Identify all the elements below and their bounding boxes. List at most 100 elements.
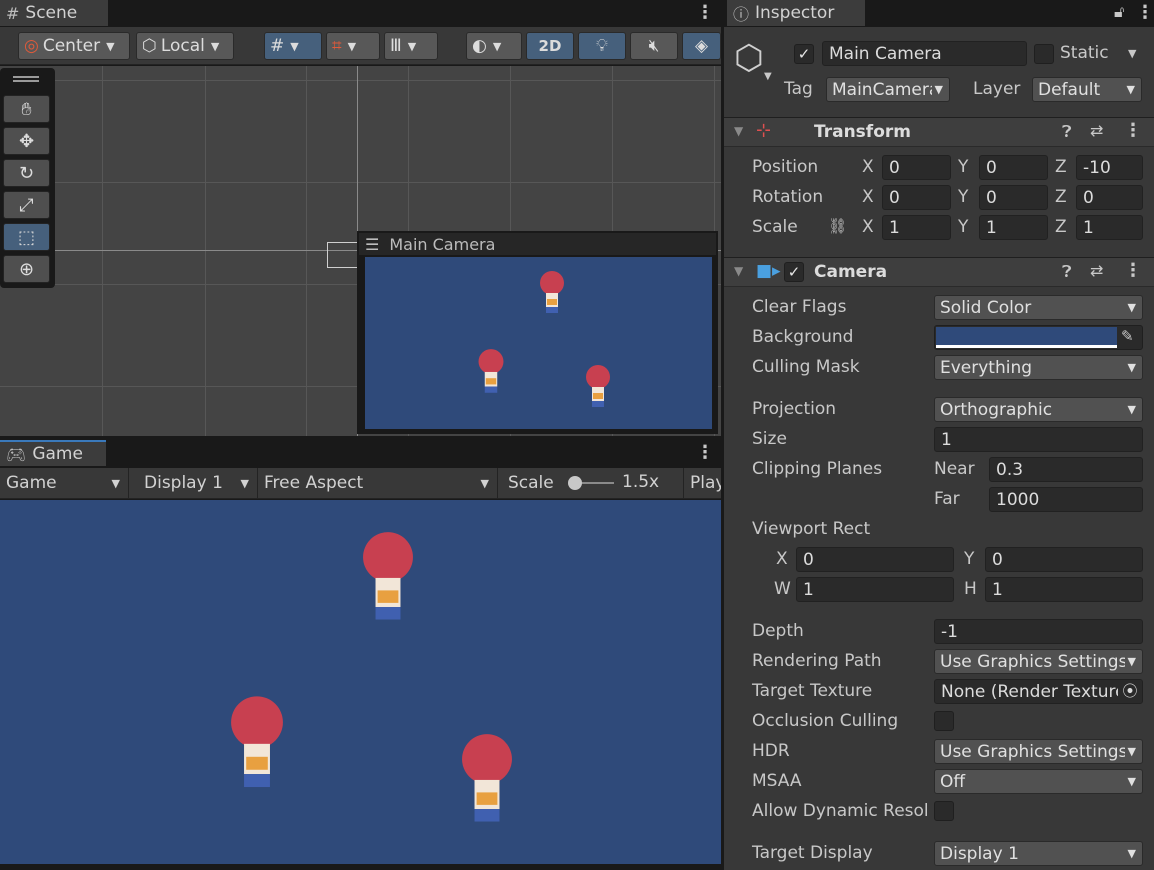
position-x-field[interactable]: 0	[882, 155, 951, 180]
palette-handle[interactable]	[13, 76, 39, 82]
scale-tool[interactable]: ⤢	[3, 191, 50, 219]
near-field[interactable]: 0.3	[989, 457, 1143, 482]
component-menu-icon[interactable]: ⋮	[1124, 120, 1142, 141]
rotate-icon: ↻	[18, 162, 35, 184]
scale-slider-thumb[interactable]	[568, 476, 582, 490]
snap-icon: ⌗	[332, 36, 342, 56]
game-tab-label: Game	[32, 444, 83, 464]
mode-2d-button[interactable]: 2D	[526, 32, 574, 60]
game-menu-icon[interactable]: ⋮	[696, 442, 714, 463]
lock-icon[interactable]: 🔓︎	[1114, 2, 1124, 22]
viewport-y-field[interactable]: 0	[985, 547, 1143, 572]
preview-title-bar[interactable]: ☰ Main Camera	[359, 233, 716, 255]
object-name-field[interactable]: Main Camera	[822, 41, 1027, 66]
foldout-arrow-icon[interactable]: ▼	[734, 264, 743, 278]
camera-header[interactable]: ▼ ■▸ ✓ Camera ❓︎ ⇄ ⋮	[724, 257, 1154, 287]
tool-palette: ✋︎ ✥ ↻ ⤢ ⬚ ⊕	[0, 68, 55, 288]
play-focused-dropdown[interactable]: Play	[684, 468, 721, 498]
inspector-menu-icon[interactable]: ⋮	[1136, 2, 1154, 23]
active-checkbox[interactable]: ✓	[794, 44, 814, 64]
position-label: Position	[752, 157, 819, 177]
grid-snap-button[interactable]: # ▼	[264, 32, 322, 60]
depth-field[interactable]: -1	[934, 619, 1143, 644]
grid-visibility-button[interactable]: Ⅲ ▼	[384, 32, 438, 60]
game-view[interactable]	[0, 500, 721, 864]
culling-mask-dropdown[interactable]: Everything ▼	[934, 355, 1143, 380]
rotation-z-field[interactable]: 0	[1076, 185, 1143, 210]
icon-dropdown-caret[interactable]: ▼	[764, 71, 772, 82]
lighting-button[interactable]: 💡︎	[578, 32, 626, 60]
draw-mode-button[interactable]: ◐ ▼	[466, 32, 522, 60]
rotation-x-field[interactable]: 0	[882, 185, 951, 210]
near-label: Near	[934, 459, 975, 479]
character-sprite	[540, 271, 564, 313]
component-menu-icon[interactable]: ⋮	[1124, 260, 1142, 281]
position-y-field[interactable]: 0	[979, 155, 1048, 180]
clear-flags-dropdown[interactable]: Solid Color ▼	[934, 295, 1143, 320]
pivot-dropdown[interactable]: ◎ Center ▼	[18, 32, 130, 60]
msaa-dropdown[interactable]: Off ▼	[934, 769, 1143, 794]
grid-icon: #	[270, 36, 285, 56]
scene-view[interactable]: ✋︎ ✥ ↻ ⤢ ⬚ ⊕ ☰ Main Camera	[0, 66, 721, 436]
scale-y-field[interactable]: 1	[979, 215, 1048, 240]
help-icon[interactable]: ❓︎	[1062, 122, 1072, 142]
hdr-label: HDR	[752, 741, 790, 761]
foldout-arrow-icon[interactable]: ▼	[734, 124, 743, 138]
eyedropper-icon[interactable]: ✎	[1121, 327, 1134, 345]
hash-icon: #	[6, 3, 20, 23]
dynamic-resolution-checkbox[interactable]	[934, 801, 954, 821]
static-dropdown-caret[interactable]: ▼	[1128, 47, 1136, 60]
occlusion-culling-checkbox[interactable]	[934, 711, 954, 731]
scale-x-field[interactable]: 1	[882, 215, 951, 240]
rect-tool[interactable]: ⬚	[3, 223, 50, 251]
scale-control: Scale 1.5x	[502, 468, 684, 498]
audio-button[interactable]: 🔇︎	[630, 32, 678, 60]
rotate-tool[interactable]: ↻	[3, 159, 50, 187]
camera-gizmo[interactable]	[327, 242, 361, 268]
rendering-path-dropdown[interactable]: Use Graphics Settings ▼	[934, 649, 1143, 674]
viewport-h-field[interactable]: 1	[985, 577, 1143, 602]
projection-label: Projection	[752, 399, 837, 419]
rendering-path-label: Rendering Path	[752, 651, 882, 671]
target-display-dropdown[interactable]: Display 1 ▼	[934, 841, 1143, 866]
viewport-x-field[interactable]: 0	[796, 547, 954, 572]
preset-icon[interactable]: ⇄	[1090, 121, 1103, 140]
viewport-w-field[interactable]: 1	[796, 577, 954, 602]
far-field[interactable]: 1000	[989, 487, 1143, 512]
tag-dropdown[interactable]: MainCamera ▼	[826, 77, 950, 102]
scale-label: Scale	[752, 217, 798, 237]
view-dropdown[interactable]: Game ▼	[0, 468, 129, 498]
scale-z-field[interactable]: 1	[1076, 215, 1143, 240]
preset-icon[interactable]: ⇄	[1090, 261, 1103, 280]
projection-dropdown[interactable]: Orthographic ▼	[934, 397, 1143, 422]
hand-tool[interactable]: ✋︎	[3, 95, 50, 123]
target-texture-field[interactable]: None (Render Texture) ⦿	[934, 679, 1143, 704]
move-tool[interactable]: ✥	[3, 127, 50, 155]
size-field[interactable]: 1	[934, 427, 1143, 452]
effects-button[interactable]: ◈	[682, 32, 721, 60]
aspect-dropdown[interactable]: Free Aspect ▼	[258, 468, 498, 498]
rotation-y-field[interactable]: 0	[979, 185, 1048, 210]
transform-title: Transform	[814, 122, 911, 142]
camera-enabled-checkbox[interactable]: ✓	[784, 262, 804, 282]
snap-increment-button[interactable]: ⌗ ▼	[326, 32, 380, 60]
scene-tab[interactable]: # Scene	[0, 0, 108, 26]
background-color-field[interactable]: ✎	[934, 325, 1143, 350]
transform-tool[interactable]: ⊕	[3, 255, 50, 283]
camera-preview: ☰ Main Camera	[357, 231, 718, 434]
scene-menu-icon[interactable]: ⋮	[696, 2, 714, 23]
hdr-dropdown[interactable]: Use Graphics Settings ▼	[934, 739, 1143, 764]
dynamic-resolution-label: Allow Dynamic Resolution	[752, 801, 928, 821]
space-dropdown[interactable]: ⬡ Local ▼	[136, 32, 234, 60]
inspector-tab[interactable]: ⓘ Inspector	[727, 0, 865, 26]
object-picker-icon[interactable]: ⦿	[1118, 680, 1142, 703]
display-dropdown[interactable]: Display 1 ▼	[138, 468, 258, 498]
layer-dropdown[interactable]: Default ▼	[1032, 77, 1142, 102]
static-checkbox[interactable]	[1034, 44, 1054, 64]
game-tab[interactable]: 🎮︎ Game	[0, 440, 106, 466]
rotation-label: Rotation	[752, 187, 824, 207]
constrain-proportions-icon[interactable]: ⛓︎	[828, 217, 847, 235]
transform-header[interactable]: ▼ ⊹ Transform ❓︎ ⇄ ⋮	[724, 117, 1154, 147]
help-icon[interactable]: ❓︎	[1062, 262, 1072, 282]
position-z-field[interactable]: -10	[1076, 155, 1143, 180]
